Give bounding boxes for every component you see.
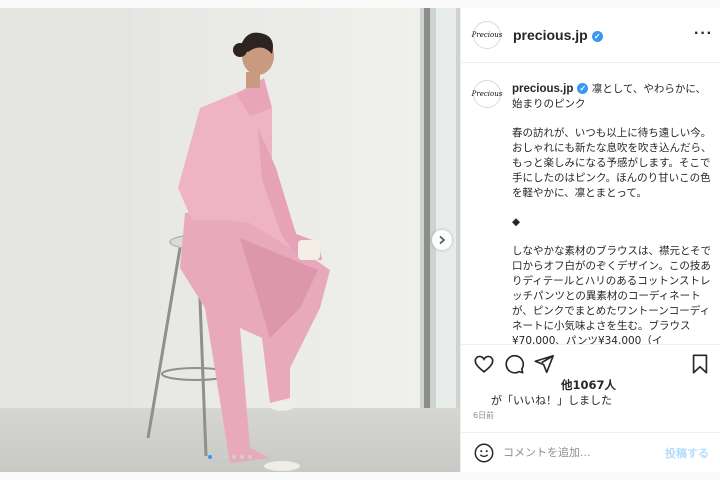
caption-username[interactable]: precious.jp ✓ — [512, 83, 589, 95]
caption-divider: ◆ — [512, 216, 521, 228]
more-options-button[interactable]: ··· — [694, 25, 713, 43]
carousel-dot — [248, 455, 252, 459]
carousel-indicator — [0, 455, 460, 459]
account-username[interactable]: precious.jp ✓ — [513, 27, 603, 43]
comment-bar: 投稿する — [461, 432, 720, 473]
comment-input[interactable] — [503, 442, 653, 462]
emoji-icon[interactable] — [473, 442, 495, 464]
caption-avatar[interactable]: Precious — [471, 80, 503, 108]
avatar-logo-text: Precious — [471, 90, 503, 98]
post-comment-button[interactable]: 投稿する — [665, 445, 709, 461]
caption-username-text: precious.jp — [512, 83, 574, 95]
username-text: precious.jp — [513, 27, 588, 43]
comment-icon[interactable] — [503, 353, 525, 375]
share-icon[interactable] — [533, 353, 555, 375]
post-photo[interactable] — [0, 8, 460, 472]
carousel-dot — [224, 455, 228, 459]
caption-paragraph: 春の訪れが、いつも以上に待ち遠しい今。おしゃれにも新たな息吹を吹き込んだら、 — [512, 127, 712, 154]
instagram-post-modal: Precious precious.jp ✓ ··· Precious preci… — [0, 0, 720, 480]
like-count[interactable]: 他1067人 — [561, 377, 616, 393]
post-side-panel: Precious precious.jp ✓ ··· Precious preci… — [460, 8, 720, 472]
carousel-dot — [216, 455, 220, 459]
avatar-logo-text: Precious — [471, 31, 503, 39]
post-header: Precious precious.jp ✓ ··· — [461, 8, 720, 63]
chevron-right-icon — [439, 235, 446, 245]
account-avatar[interactable]: Precious — [471, 21, 503, 49]
next-photo-button[interactable] — [432, 230, 452, 250]
caption-text: precious.jp ✓ 凛として、やわらかに、始まりのピンク 春の訪れが、いつ… — [512, 82, 712, 344]
liked-by-text: が「いいね！」しました — [491, 394, 612, 407]
post-actions — [461, 344, 720, 381]
carousel-dot — [232, 455, 236, 459]
post-timestamp[interactable]: 6日前 — [473, 410, 494, 421]
verified-icon: ✓ — [577, 83, 589, 94]
verified-icon: ✓ — [591, 31, 603, 42]
bookmark-icon[interactable] — [689, 353, 711, 375]
heart-icon[interactable] — [473, 353, 495, 375]
caption-paragraph: しなやかな素材のブラウスは、襟元とそで口からオフ白がのぞくデザイン。この技ありデ… — [512, 245, 712, 344]
photo-illustration — [0, 8, 460, 472]
carousel-dot — [240, 455, 244, 459]
caption-scroll-area[interactable]: Precious precious.jp ✓ 凛として、やわらかに、始まりのピンク… — [461, 76, 720, 344]
caption-paragraph: もっと楽しみになる予感がします。そこで手にしたのはピンク。ほんのり甘いこの色を軽… — [512, 157, 711, 199]
carousel-dot — [208, 455, 212, 459]
